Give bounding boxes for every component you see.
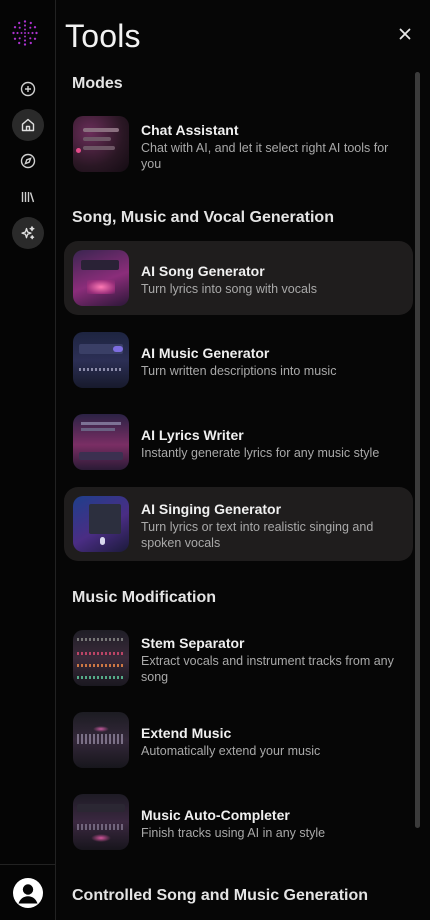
tool-description: Extract vocals and instrument tracks fro… <box>141 654 394 684</box>
tool-name: Stem Separator <box>141 635 245 651</box>
tool-thumbnail <box>73 630 129 686</box>
close-icon <box>399 28 411 40</box>
compass-icon <box>20 153 36 169</box>
tool-thumbnail <box>73 712 129 768</box>
tool-description: Turn written descriptions into music <box>141 364 337 378</box>
section-title-modification: Music Modification <box>72 589 216 606</box>
sidebar-rail <box>0 0 56 920</box>
tools-panel: Tools Modes Song, Music and Vocal Genera… <box>57 0 430 920</box>
scrollbar[interactable] <box>415 72 420 828</box>
library-button[interactable] <box>12 181 44 213</box>
logo-icon[interactable] <box>11 19 39 47</box>
home-button[interactable] <box>12 109 44 141</box>
tool-thumbnail <box>73 250 129 306</box>
user-avatar-icon <box>13 877 43 908</box>
tool-description: Turn lyrics into song with vocals <box>141 282 317 296</box>
tool-thumbnail <box>73 116 129 172</box>
tool-ai-lyrics-writer[interactable]: AI Lyrics Writer Instantly generate lyri… <box>64 405 413 479</box>
tool-name: AI Music Generator <box>141 345 270 361</box>
tool-name: AI Song Generator <box>141 263 265 279</box>
tool-ai-singing-generator[interactable]: AI Singing Generator Turn lyrics or text… <box>64 487 413 561</box>
tool-ai-music-generator[interactable]: AI Music Generator Turn written descript… <box>64 323 413 397</box>
tool-thumbnail <box>73 414 129 470</box>
tool-description: Chat with AI, and let it select right AI… <box>141 141 389 171</box>
tool-name: Chat Assistant <box>141 122 239 138</box>
tools-button[interactable] <box>12 217 44 249</box>
close-button[interactable] <box>394 23 416 45</box>
avatar[interactable] <box>0 864 56 920</box>
library-icon <box>21 192 35 203</box>
tool-thumbnail <box>73 794 129 850</box>
tool-description: Automatically extend your music <box>141 744 321 758</box>
tool-music-auto-completer[interactable]: Music Auto-Completer Finish tracks using… <box>64 785 413 859</box>
sparkles-icon <box>21 226 35 240</box>
tool-name: AI Lyrics Writer <box>141 427 244 443</box>
new-button[interactable] <box>12 73 44 105</box>
tool-thumbnail <box>73 332 129 388</box>
tool-extend-music[interactable]: Extend Music Automatically extend your m… <box>64 703 413 777</box>
tool-description: Turn lyrics or text into realistic singi… <box>141 520 374 550</box>
tool-description: Instantly generate lyrics for any music … <box>141 446 380 460</box>
home-icon <box>21 118 35 132</box>
section-title-modes: Modes <box>72 75 123 92</box>
tool-ai-song-generator[interactable]: AI Song Generator Turn lyrics into song … <box>64 241 413 315</box>
tool-description: Finish tracks using AI in any style <box>141 826 326 840</box>
explore-button[interactable] <box>12 145 44 177</box>
tool-name: Extend Music <box>141 725 232 741</box>
tool-name: Music Auto-Completer <box>141 807 290 823</box>
tool-thumbnail <box>73 496 129 552</box>
plus-circle-icon <box>20 81 36 97</box>
tool-stem-separator[interactable]: Stem Separator Extract vocals and instru… <box>64 621 413 695</box>
section-title-generation: Song, Music and Vocal Generation <box>72 209 334 226</box>
page-title: Tools <box>65 18 141 54</box>
tool-chat-assistant[interactable]: Chat Assistant Chat with AI, and let it … <box>64 108 413 180</box>
tool-name: AI Singing Generator <box>141 501 282 517</box>
section-title-controlled: Controlled Song and Music Generation <box>72 887 369 904</box>
scrollbar-thumb[interactable] <box>415 72 420 828</box>
